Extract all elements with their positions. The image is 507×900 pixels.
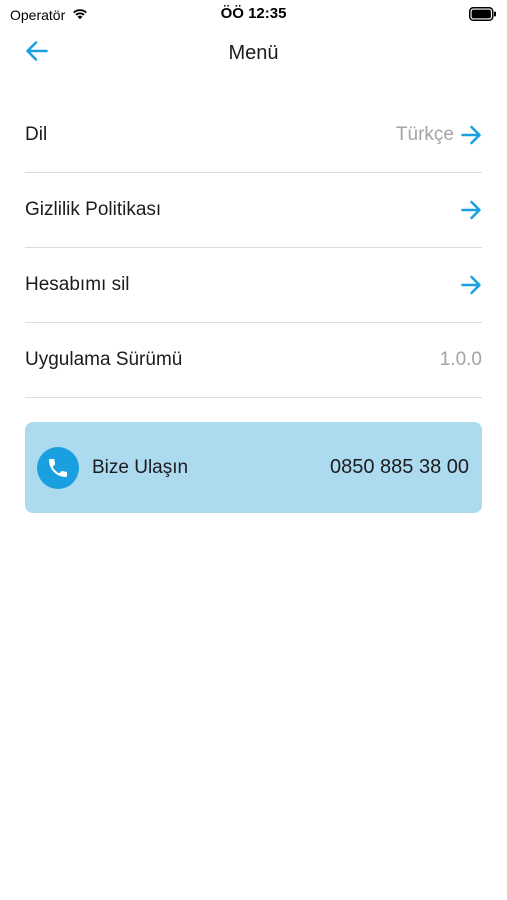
app-version-value: 1.0.0: [439, 349, 482, 370]
menu-item-value: Türkçe: [395, 124, 454, 145]
menu-item-privacy-policy[interactable]: Gizlilik Politikası: [25, 173, 482, 248]
arrow-right-icon: [460, 124, 482, 146]
menu-item-label: Uygulama Sürümü: [25, 349, 183, 370]
nav-bar: Menü: [0, 30, 507, 76]
status-bar: Operatör ÖÖ 12:35: [0, 0, 507, 30]
menu-item-label: Gizlilik Politikası: [25, 199, 162, 220]
menu-item-language[interactable]: Dil Türkçe: [25, 98, 482, 173]
menu-item-label: Hesabımı sil: [25, 274, 130, 295]
menu-item-right: Türkçe: [396, 124, 482, 146]
status-time: ÖÖ 12:35: [220, 5, 287, 22]
phone-icon: [37, 446, 79, 489]
arrow-right-icon: [460, 199, 482, 221]
page-title: Menü: [228, 42, 279, 64]
contact-left: Bize Ulaşın: [37, 446, 189, 489]
menu-item-right: [460, 274, 482, 296]
menu-item-delete-account[interactable]: Hesabımı sil: [25, 248, 482, 323]
menu-item-right: [460, 199, 482, 221]
contact-phone-number[interactable]: 0850 885 38 00: [330, 456, 469, 479]
contact-us-card[interactable]: Bize Ulaşın 0850 885 38 00: [25, 422, 482, 513]
menu-list: Dil Türkçe Gizlilik Politikası Hesabımı …: [25, 98, 482, 398]
arrow-right-icon: [460, 274, 482, 296]
contact-us-label: Bize Ulaşın: [92, 456, 189, 478]
battery-icon: [469, 7, 497, 21]
menu-item-right: 1.0.0: [440, 349, 482, 371]
menu-item-app-version: Uygulama Sürümü 1.0.0: [25, 323, 482, 398]
menu-item-label: Dil: [25, 124, 48, 145]
